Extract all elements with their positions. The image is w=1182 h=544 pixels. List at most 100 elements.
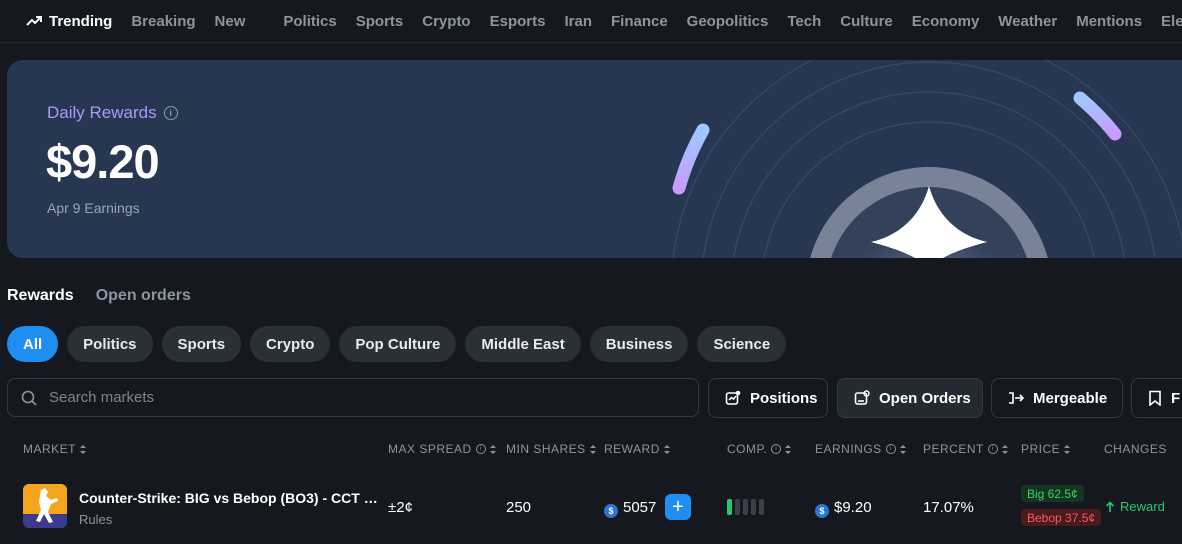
chip-business[interactable]: Business bbox=[589, 326, 689, 362]
daily-rewards-label: Daily Rewards i bbox=[47, 103, 178, 123]
nav-mentions[interactable]: Mentions bbox=[1076, 13, 1142, 30]
nav-culture[interactable]: Culture bbox=[840, 13, 893, 30]
nav-iran[interactable]: Iran bbox=[564, 13, 592, 30]
top-navigation: Trending Breaking New Politics Sports Cr… bbox=[0, 0, 1182, 43]
nav-finance[interactable]: Finance bbox=[611, 13, 668, 30]
add-button[interactable]: + bbox=[665, 494, 691, 520]
daily-rewards-amount: $9.20 bbox=[46, 135, 160, 188]
earnings-date: Apr 9 Earnings bbox=[47, 200, 140, 216]
category-filter-chips: All Politics Sports Crypto Pop Culture M… bbox=[7, 326, 795, 362]
table-header: MARKET MAX SPREAD i MIN SHARES REWARD COM… bbox=[0, 442, 1182, 458]
usdc-coin-icon: $ bbox=[604, 504, 618, 518]
rewards-tabs: Rewards Open orders bbox=[7, 287, 213, 305]
arrow-up-icon bbox=[1105, 500, 1115, 512]
search-input[interactable] bbox=[47, 388, 651, 407]
change-indicator: Reward bbox=[1105, 499, 1165, 514]
nav-tech[interactable]: Tech bbox=[787, 13, 821, 30]
column-max-spread[interactable]: MAX SPREAD i bbox=[388, 442, 497, 456]
nav-politics[interactable]: Politics bbox=[283, 13, 336, 30]
chip-all[interactable]: All bbox=[7, 326, 59, 362]
column-comp[interactable]: COMP. i bbox=[727, 442, 792, 456]
info-icon: i bbox=[987, 444, 998, 454]
usdc-coin-icon: $ bbox=[815, 504, 829, 518]
bookmark-icon bbox=[1149, 390, 1161, 406]
rewards-illustration bbox=[672, 60, 1182, 258]
column-changes: CHANGES bbox=[1104, 442, 1167, 456]
price-badge-big[interactable]: Big 62.5¢ bbox=[1021, 485, 1084, 502]
info-icon: i bbox=[475, 444, 486, 454]
nav-breaking[interactable]: Breaking bbox=[131, 13, 195, 30]
info-icon[interactable]: i bbox=[163, 106, 178, 120]
positions-icon bbox=[725, 390, 741, 405]
trending-icon bbox=[26, 16, 42, 26]
column-min-shares[interactable]: MIN SHARES bbox=[506, 442, 597, 456]
column-price[interactable]: PRICE bbox=[1021, 442, 1071, 456]
comp-bar bbox=[743, 499, 748, 515]
comp-bar bbox=[751, 499, 756, 515]
min-shares-value: 250 bbox=[506, 499, 532, 516]
earnings-cell: $ $9.20 bbox=[815, 499, 872, 518]
nav-trending[interactable]: Trending bbox=[26, 13, 112, 30]
chip-pop-culture[interactable]: Pop Culture bbox=[339, 326, 457, 362]
nav-new[interactable]: New bbox=[215, 13, 246, 30]
counter-strike-logo-icon bbox=[23, 484, 67, 528]
sort-icon bbox=[489, 444, 497, 454]
price-badge-bebop[interactable]: Bebop 37.5¢ bbox=[1021, 509, 1102, 526]
competition-meter bbox=[727, 499, 764, 515]
sort-icon bbox=[663, 444, 671, 454]
comp-bar bbox=[735, 499, 740, 515]
mergeable-button[interactable]: Mergeable bbox=[991, 378, 1123, 418]
sort-icon bbox=[589, 444, 597, 454]
nav-geopolitics[interactable]: Geopolitics bbox=[687, 13, 769, 30]
sort-icon bbox=[785, 444, 792, 454]
percent-value: 17.07% bbox=[923, 499, 974, 516]
comp-bar bbox=[727, 499, 732, 515]
daily-rewards-banner: Daily Rewards i $9.20 Apr 9 Earnings bbox=[7, 60, 1182, 258]
info-icon: i bbox=[771, 444, 782, 454]
chip-science[interactable]: Science bbox=[697, 326, 787, 362]
chip-middle-east[interactable]: Middle East bbox=[465, 326, 581, 362]
max-spread-value: ±2¢ bbox=[388, 499, 413, 516]
positions-label: Positions bbox=[750, 389, 818, 407]
chip-sports[interactable]: Sports bbox=[161, 326, 242, 362]
search-icon bbox=[21, 390, 37, 406]
change-label: Reward bbox=[1120, 499, 1165, 514]
mergeable-label: Mergeable bbox=[1033, 389, 1108, 407]
nav-economy[interactable]: Economy bbox=[912, 13, 980, 30]
column-reward[interactable]: REWARD bbox=[604, 442, 671, 456]
column-percent[interactable]: PERCENT i bbox=[923, 442, 1009, 456]
bookmark-filter-label: F bbox=[1171, 389, 1181, 407]
chip-politics[interactable]: Politics bbox=[67, 326, 153, 362]
bookmark-filter-button[interactable]: F bbox=[1131, 378, 1182, 418]
sort-icon bbox=[1001, 444, 1009, 454]
table-row[interactable]: Counter-Strike: BIG vs Bebop (BO3) - CCT… bbox=[0, 470, 1182, 544]
nav-crypto[interactable]: Crypto bbox=[422, 13, 470, 30]
search-box bbox=[7, 378, 699, 417]
rules-link[interactable]: Rules bbox=[79, 512, 112, 527]
column-earnings[interactable]: EARNINGS i bbox=[815, 442, 907, 456]
sort-icon bbox=[80, 444, 87, 454]
column-market[interactable]: MARKET bbox=[23, 442, 87, 456]
nav-esports[interactable]: Esports bbox=[490, 13, 546, 30]
nav-trending-label: Trending bbox=[49, 12, 113, 30]
nav-sports[interactable]: Sports bbox=[356, 13, 404, 30]
sort-icon bbox=[899, 444, 907, 454]
info-icon: i bbox=[885, 444, 896, 454]
comp-bar bbox=[759, 499, 764, 515]
tab-rewards[interactable]: Rewards bbox=[7, 287, 74, 305]
nav-weather[interactable]: Weather bbox=[998, 13, 1057, 30]
open-orders-icon bbox=[854, 390, 870, 405]
market-thumbnail bbox=[23, 484, 67, 528]
reward-cell: $5057 bbox=[604, 499, 656, 518]
sort-icon bbox=[1064, 444, 1071, 454]
positions-button[interactable]: Positions bbox=[708, 378, 828, 418]
open-orders-button[interactable]: Open Orders bbox=[837, 378, 983, 418]
tab-open-orders[interactable]: Open orders bbox=[96, 287, 191, 305]
chip-crypto[interactable]: Crypto bbox=[250, 326, 331, 362]
open-orders-label: Open Orders bbox=[879, 389, 971, 407]
market-title[interactable]: Counter-Strike: BIG vs Bebop (BO3) - CCT… bbox=[79, 490, 379, 506]
reward-value: 5057 bbox=[623, 499, 657, 516]
nav-elections[interactable]: Elections bbox=[1161, 13, 1182, 30]
earnings-value: $9.20 bbox=[834, 499, 872, 516]
daily-rewards-title: Daily Rewards bbox=[47, 103, 157, 122]
